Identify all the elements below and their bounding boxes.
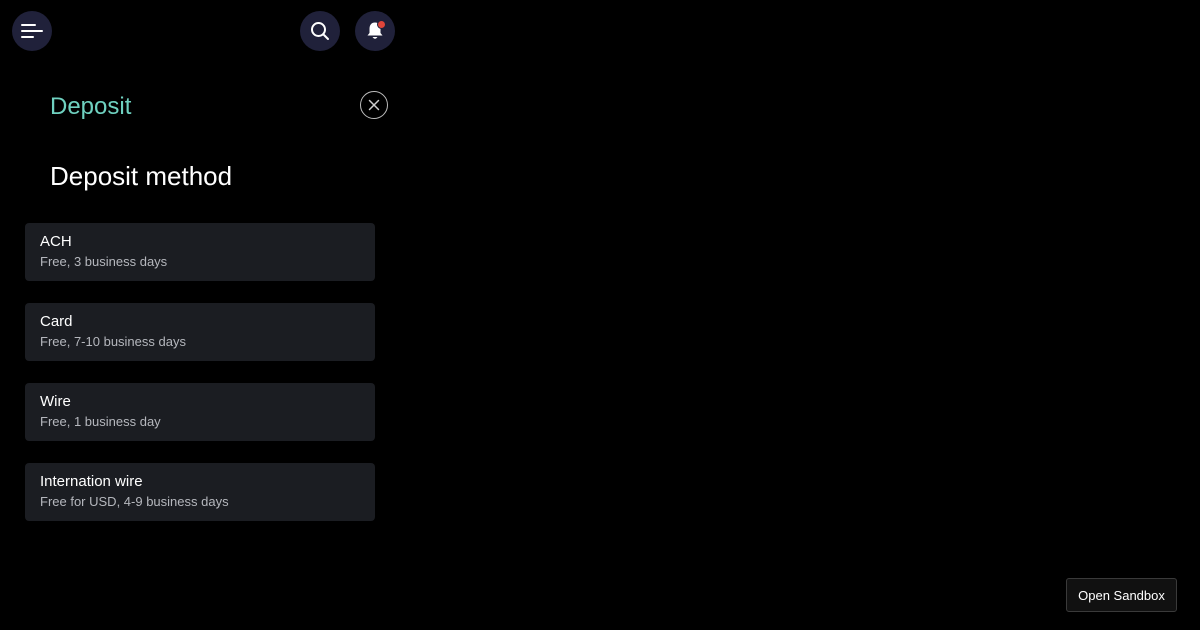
- notification-badge: [377, 20, 386, 29]
- close-button[interactable]: [360, 91, 388, 119]
- method-description: Free for USD, 4-9 business days: [40, 494, 229, 509]
- search-button[interactable]: [300, 11, 340, 51]
- method-name: Internation wire: [40, 473, 143, 490]
- deposit-method-ach[interactable]: ACH Free, 3 business days: [25, 223, 375, 281]
- menu-button[interactable]: [12, 11, 52, 51]
- deposit-method-wire[interactable]: Wire Free, 1 business day: [25, 383, 375, 441]
- method-description: Free, 7-10 business days: [40, 334, 186, 349]
- method-name: Wire: [40, 393, 71, 410]
- method-name: Card: [40, 313, 73, 330]
- method-description: Free, 3 business days: [40, 254, 168, 269]
- search-icon: [311, 22, 329, 40]
- method-name: ACH: [40, 233, 72, 250]
- deposit-method-card[interactable]: Card Free, 7-10 business days: [25, 303, 375, 361]
- method-description: Free, 1 business day: [40, 414, 161, 429]
- deposit-method-list: ACH Free, 3 business days Card Free, 7-1…: [25, 223, 375, 543]
- section-heading: Deposit method: [50, 161, 233, 191]
- open-sandbox-button[interactable]: Open Sandbox: [1066, 578, 1177, 612]
- deposit-method-international-wire[interactable]: Internation wire Free for USD, 4-9 busin…: [25, 463, 375, 521]
- panel-title: Deposit: [50, 93, 132, 120]
- menu-icon: [21, 24, 43, 38]
- notifications-button[interactable]: [355, 11, 395, 51]
- close-icon: [368, 99, 380, 111]
